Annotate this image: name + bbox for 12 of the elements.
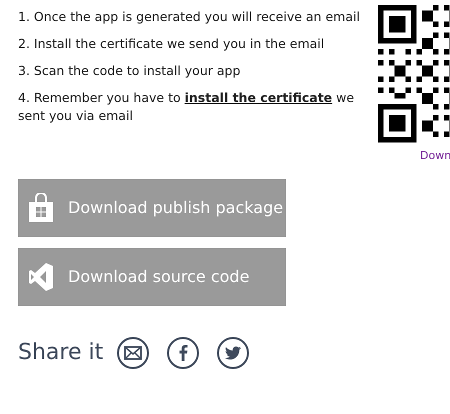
email-icon[interactable] bbox=[117, 336, 150, 368]
twitter-icon[interactable] bbox=[217, 336, 250, 368]
instruction-text: 4. Remember you have to install the certificate we sent you via email bbox=[18, 89, 356, 125]
instruction-text: 2. Install the certificate we send you in the email bbox=[18, 35, 326, 53]
instruction-text: 1. Once the app is generated you will receive an email bbox=[18, 8, 360, 26]
facebook-icon[interactable] bbox=[167, 336, 200, 368]
shopping-bag-icon bbox=[28, 193, 54, 223]
infinity-logo-icon bbox=[29, 263, 53, 291]
share-label: Share it bbox=[18, 339, 104, 367]
certificate-link[interactable]: install the certificate bbox=[184, 90, 332, 105]
download-link[interactable]: Down bbox=[420, 148, 450, 164]
instruction-text: 3. Scan the code to install your app bbox=[18, 62, 242, 80]
